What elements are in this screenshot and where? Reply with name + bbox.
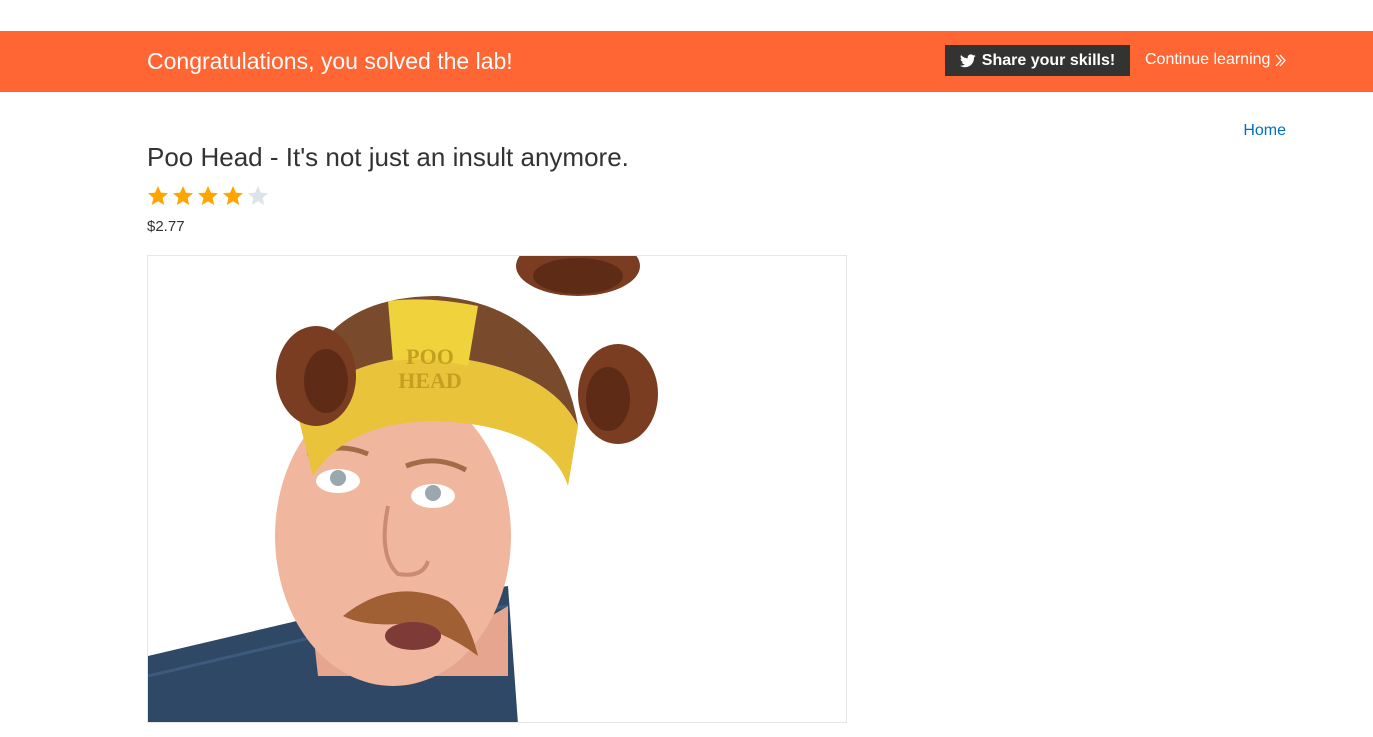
star-filled-icon — [223, 186, 243, 205]
continue-learning-label: Continue learning — [1145, 51, 1271, 68]
product-rating — [147, 185, 272, 207]
star-filled-icon — [148, 186, 168, 205]
twitter-icon — [959, 53, 976, 67]
star-empty-icon — [248, 186, 268, 205]
product-price: $2.77 — [147, 218, 185, 235]
home-link[interactable]: Home — [1243, 122, 1286, 140]
share-skills-button[interactable]: Share your skills! — [945, 45, 1130, 76]
share-skills-label: Share your skills! — [981, 51, 1116, 69]
hat-text-poo: POO — [406, 344, 454, 369]
poo-head-photo: POO HEAD — [148, 256, 846, 722]
product-title: Poo Head - It's not just an insult anymo… — [147, 142, 629, 172]
double-chevron-right-icon — [1275, 54, 1287, 66]
hat-text-head: HEAD — [398, 368, 462, 393]
product-image: POO HEAD — [147, 255, 847, 723]
star-filled-icon — [198, 186, 218, 205]
continue-learning-link[interactable]: Continue learning — [1145, 50, 1287, 70]
star-filled-icon — [173, 186, 193, 205]
banner-message: Congratulations, you solved the lab! — [147, 48, 513, 74]
